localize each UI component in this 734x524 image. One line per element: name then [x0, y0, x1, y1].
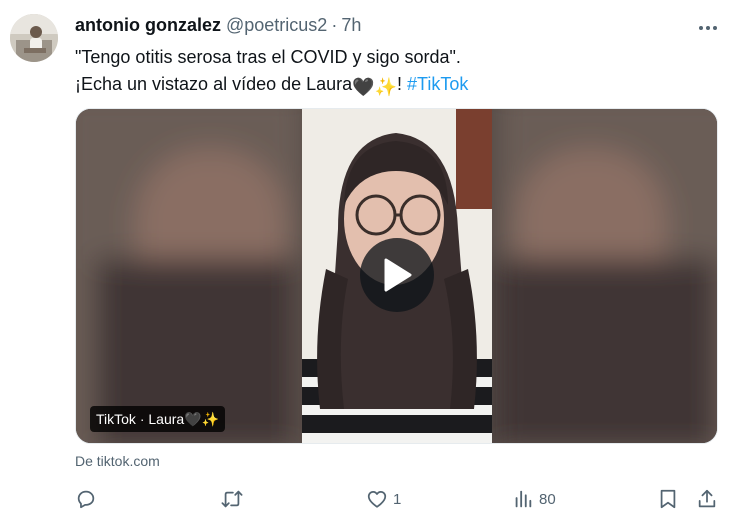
reply-icon — [77, 490, 95, 509]
tweet-text-exclaim: ! — [397, 74, 408, 94]
views-button[interactable]: 80 — [512, 485, 556, 513]
black-heart-emoji: 🖤 — [352, 77, 375, 97]
play-button[interactable] — [360, 238, 434, 312]
like-icon — [367, 490, 387, 508]
more-icon — [699, 26, 717, 30]
tweet-header: antonio gonzalez @poetricus2 · 7h — [75, 14, 361, 36]
video-card[interactable]: TikTok · Laura 🖤 ✨ — [75, 108, 718, 444]
share-button[interactable] — [696, 485, 718, 513]
bookmark-icon — [660, 489, 676, 509]
retweet-button[interactable] — [220, 485, 249, 513]
timestamp[interactable]: 7h — [341, 15, 361, 36]
separator: · — [331, 14, 338, 35]
author-name[interactable]: antonio gonzalez — [75, 15, 221, 36]
card-source[interactable]: De tiktok.com — [75, 453, 160, 469]
like-button[interactable]: 1 — [366, 485, 401, 513]
views-icon — [515, 490, 532, 508]
tweet-text-prefix: ¡Echa un vistazo al vídeo de Laura — [75, 74, 353, 94]
share-icon — [698, 489, 716, 508]
tweet: antonio gonzalez @poetricus2 · 7h "Tengo… — [0, 0, 734, 524]
sparkles-emoji: ✨ — [201, 410, 220, 427]
like-count: 1 — [393, 490, 402, 508]
author-handle[interactable]: @poetricus2 — [226, 15, 327, 36]
reply-button[interactable] — [75, 485, 102, 513]
video-label-text: TikTok · Laura — [96, 411, 185, 427]
tweet-text-line2: ¡Echa un vistazo al vídeo de Laura🖤✨! #T… — [75, 71, 715, 101]
retweet-icon — [221, 490, 243, 508]
tweet-text: "Tengo otitis serosa tras el COVID y sig… — [75, 44, 715, 101]
avatar[interactable] — [10, 14, 58, 62]
action-bar: 1 80 — [75, 485, 721, 513]
black-heart-emoji: 🖤 — [184, 410, 202, 427]
video-label: TikTok · Laura 🖤 ✨ — [90, 406, 226, 432]
views-count: 80 — [539, 490, 556, 508]
bookmark-button[interactable] — [658, 485, 678, 513]
tweet-text-line1: "Tengo otitis serosa tras el COVID y sig… — [75, 47, 461, 67]
more-button[interactable] — [694, 16, 722, 40]
hashtag-link[interactable]: #TikTok — [407, 74, 468, 94]
play-icon — [384, 258, 412, 292]
sparkles-emoji: ✨ — [374, 77, 398, 97]
